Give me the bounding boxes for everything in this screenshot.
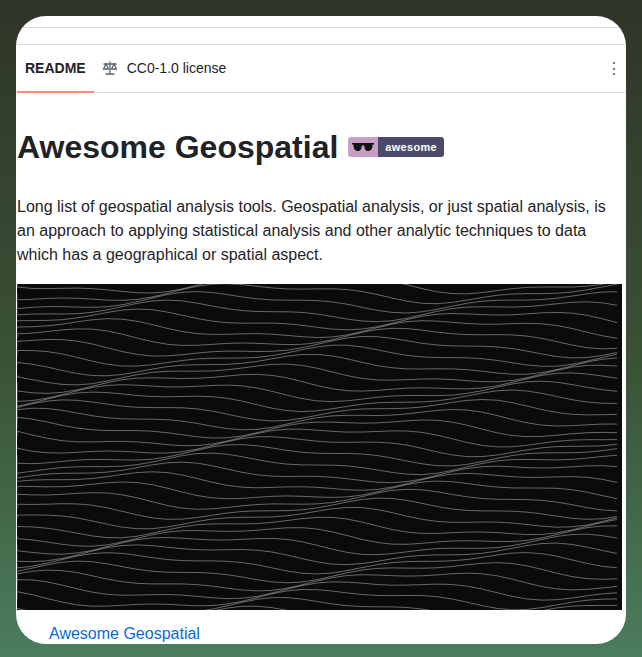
readme-heading: Awesome Geospatial awesome [17,127,622,167]
sunglasses-icon [352,142,374,152]
toc-list: Awesome Geospatial [49,624,622,644]
readme-panel: READMECC0-1.0 license ⋮ Awesome Geospatia… [16,16,626,644]
awesome-badge[interactable]: awesome [348,137,444,157]
more-menu-icon[interactable]: ⋮ [598,45,626,92]
terrain-picture [17,284,622,610]
toc-link[interactable]: Awesome Geospatial [49,625,200,642]
law-scale-icon [102,60,118,76]
tab[interactable]: CC0-1.0 license [94,45,235,93]
tab-bar: READMECC0-1.0 license ⋮ [16,45,626,93]
description: Long list of geospatial analysis tools. … [17,195,622,267]
tab[interactable]: README [17,45,94,93]
